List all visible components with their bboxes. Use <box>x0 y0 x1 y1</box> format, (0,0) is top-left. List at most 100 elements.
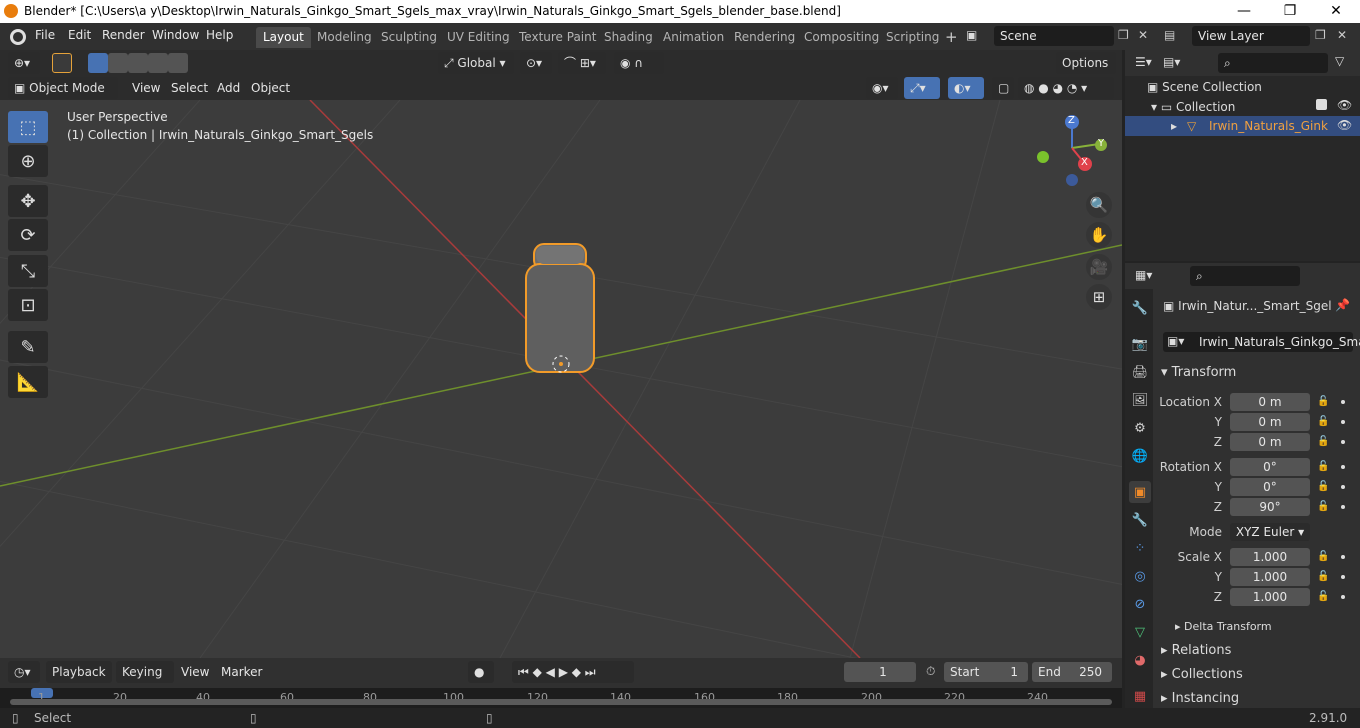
lock-icon[interactable]: 🔓 <box>1317 481 1329 493</box>
modifier-properties-icon[interactable]: 🔧 <box>1129 509 1151 531</box>
mode-dropdown[interactable]: ▣ Object Mode ▾ <box>8 77 118 117</box>
view-layer-properties-icon[interactable]: 🖼 <box>1129 389 1151 411</box>
tab-compositing[interactable]: Compositing <box>797 27 886 48</box>
tab-shading[interactable]: Shading <box>597 27 660 48</box>
texture-properties-icon[interactable]: ▦ <box>1129 685 1151 707</box>
new-scene-icon[interactable]: ❐ <box>1118 28 1129 42</box>
record-icon[interactable]: ● <box>468 661 494 683</box>
object-visibility-icon[interactable]: 👁 <box>1337 118 1352 132</box>
keyframe-dot[interactable] <box>1341 505 1345 509</box>
annotate-tool-icon[interactable]: ✎ <box>8 331 48 363</box>
location-z-field[interactable]: 0 m <box>1230 433 1310 451</box>
menu-render[interactable]: Render <box>102 28 145 42</box>
rotation-z-field[interactable]: 90° <box>1230 498 1310 516</box>
lock-icon[interactable]: 🔓 <box>1317 551 1329 563</box>
collection-checkbox[interactable] <box>1316 99 1327 110</box>
menu-add[interactable]: Add <box>217 81 240 95</box>
tab-texture-paint[interactable]: Texture Paint <box>512 27 603 48</box>
add-workspace-button[interactable]: + <box>945 28 958 46</box>
select-tool-icon[interactable] <box>52 53 72 73</box>
timeline-editor-icon[interactable]: ◷▾ <box>8 661 40 683</box>
new-view-layer-icon[interactable]: ❐ <box>1315 28 1326 42</box>
lock-icon[interactable]: 🔓 <box>1317 501 1329 513</box>
keyframe-dot[interactable] <box>1341 465 1345 469</box>
scene-selector-icon[interactable]: ▣ <box>966 28 992 46</box>
display-mode-icon[interactable]: ▤▾ <box>1163 55 1180 69</box>
menu-window[interactable]: Window <box>152 28 199 42</box>
view-layer-selector-icon[interactable]: ▤ <box>1164 28 1175 42</box>
keyframe-dot[interactable] <box>1341 595 1345 599</box>
select-box-tool-icon[interactable]: ⬚ <box>8 111 48 143</box>
keyframe-dot[interactable] <box>1341 400 1345 404</box>
particle-properties-icon[interactable]: ⁘ <box>1129 537 1151 559</box>
stopwatch-icon[interactable]: ⏱ <box>926 664 935 679</box>
object-datablock-field[interactable]: ▣▾ Irwin_Naturals_Ginkgo_Sma... <box>1163 332 1360 352</box>
select-extend-icon[interactable] <box>108 53 128 73</box>
output-properties-icon[interactable]: 🖨 <box>1129 361 1151 383</box>
keyframe-dot[interactable] <box>1341 420 1345 424</box>
tab-sculpting[interactable]: Sculpting <box>374 27 444 48</box>
scene-collection-item[interactable]: ▣ Scene Collection <box>1147 80 1262 94</box>
menu-object[interactable]: Object <box>251 81 290 95</box>
playback-dropdown[interactable]: Playback ▾ <box>46 661 112 701</box>
tab-layout[interactable]: Layout <box>256 27 311 48</box>
pivot-point-icon[interactable]: ⊙▾ <box>520 52 552 74</box>
shading-modes-icon[interactable]: ◍ ● ◕ ◔ ▾ <box>1018 77 1114 99</box>
lock-icon[interactable]: 🔓 <box>1317 591 1329 603</box>
visibility-icon[interactable]: ◉▾ <box>866 77 898 99</box>
camera-view-icon[interactable]: 🎥 <box>1086 254 1112 280</box>
tool-properties-icon[interactable]: 🔧 <box>1129 297 1151 319</box>
menu-select[interactable]: Select <box>171 81 208 95</box>
transform-panel-header[interactable]: ▾ Transform <box>1161 365 1236 380</box>
delete-view-layer-icon[interactable]: ✕ <box>1337 28 1347 42</box>
tab-scripting[interactable]: Scripting <box>879 27 946 48</box>
scale-z-field[interactable]: 1.000 <box>1230 588 1310 606</box>
select-invert-icon[interactable] <box>148 53 168 73</box>
keying-dropdown[interactable]: Keying ▾ <box>116 661 174 701</box>
zoom-icon[interactable]: 🔍 <box>1086 192 1112 218</box>
instancing-panel-header[interactable]: ▸ Instancing <box>1161 691 1239 706</box>
mesh-data-properties-icon[interactable]: ▽ <box>1129 621 1151 643</box>
properties-editor-icon[interactable]: ▦▾ <box>1135 268 1152 282</box>
timeline-marker-menu[interactable]: Marker <box>221 665 262 679</box>
playback-controls-icon[interactable]: ⏮ ◆ ◀ ▶ ◆ ⏭ <box>512 661 634 683</box>
timeline-view-menu[interactable]: View <box>181 665 209 679</box>
keyframe-dot[interactable] <box>1341 555 1345 559</box>
lock-icon[interactable]: 🔓 <box>1317 416 1329 428</box>
timeline-scrollbar[interactable] <box>10 699 1112 705</box>
relations-panel-header[interactable]: ▸ Relations <box>1161 643 1231 658</box>
menu-file[interactable]: File <box>35 28 55 42</box>
delete-scene-icon[interactable]: ✕ <box>1138 28 1148 42</box>
scale-x-field[interactable]: 1.000 <box>1230 548 1310 566</box>
render-properties-icon[interactable]: 📷 <box>1129 333 1151 355</box>
rotate-tool-icon[interactable]: ⟳ <box>8 219 48 251</box>
move-tool-icon[interactable]: ✥ <box>8 185 48 217</box>
rotation-y-field[interactable]: 0° <box>1230 478 1310 496</box>
scale-y-field[interactable]: 1.000 <box>1230 568 1310 586</box>
cursor-tool-icon[interactable]: ⊕ <box>8 145 48 177</box>
rotation-x-field[interactable]: 0° <box>1230 458 1310 476</box>
keyframe-dot[interactable] <box>1341 575 1345 579</box>
select-intersect-icon[interactable] <box>168 53 188 73</box>
object-properties-icon[interactable]: ▣ <box>1129 481 1151 503</box>
current-frame-field[interactable]: 1 <box>844 662 916 682</box>
orthographic-grid-icon[interactable]: ⊞ <box>1086 284 1112 310</box>
proportional-edit-icon[interactable]: ◉ ∩ <box>614 52 664 74</box>
outliner-search-input[interactable]: ⌕ <box>1218 53 1328 73</box>
delta-transform-subpanel[interactable]: ▸ Delta Transform <box>1175 620 1272 633</box>
select-new-icon[interactable] <box>88 53 108 73</box>
snap-icon[interactable]: ⌒ ⊞▾ <box>558 52 606 74</box>
overlay-toggle-icon[interactable]: ◐▾ <box>948 77 984 99</box>
view-layer-field[interactable]: View Layer <box>1192 26 1310 46</box>
lock-icon[interactable]: 🔓 <box>1317 571 1329 583</box>
collections-panel-header[interactable]: ▸ Collections <box>1161 667 1243 682</box>
blender-menu-icon[interactable] <box>10 29 26 45</box>
select-subtract-icon[interactable] <box>128 53 148 73</box>
end-frame-field[interactable]: End 250 <box>1032 662 1112 682</box>
menu-view[interactable]: View <box>132 81 160 95</box>
location-x-field[interactable]: 0 m <box>1230 393 1310 411</box>
minimize-button[interactable]: — <box>1221 0 1267 23</box>
properties-search-input[interactable]: ⌕ <box>1190 266 1300 286</box>
tab-modeling[interactable]: Modeling <box>310 27 379 48</box>
transform-orientation-dropdown[interactable]: ⤢ Global ▾ <box>438 52 514 74</box>
